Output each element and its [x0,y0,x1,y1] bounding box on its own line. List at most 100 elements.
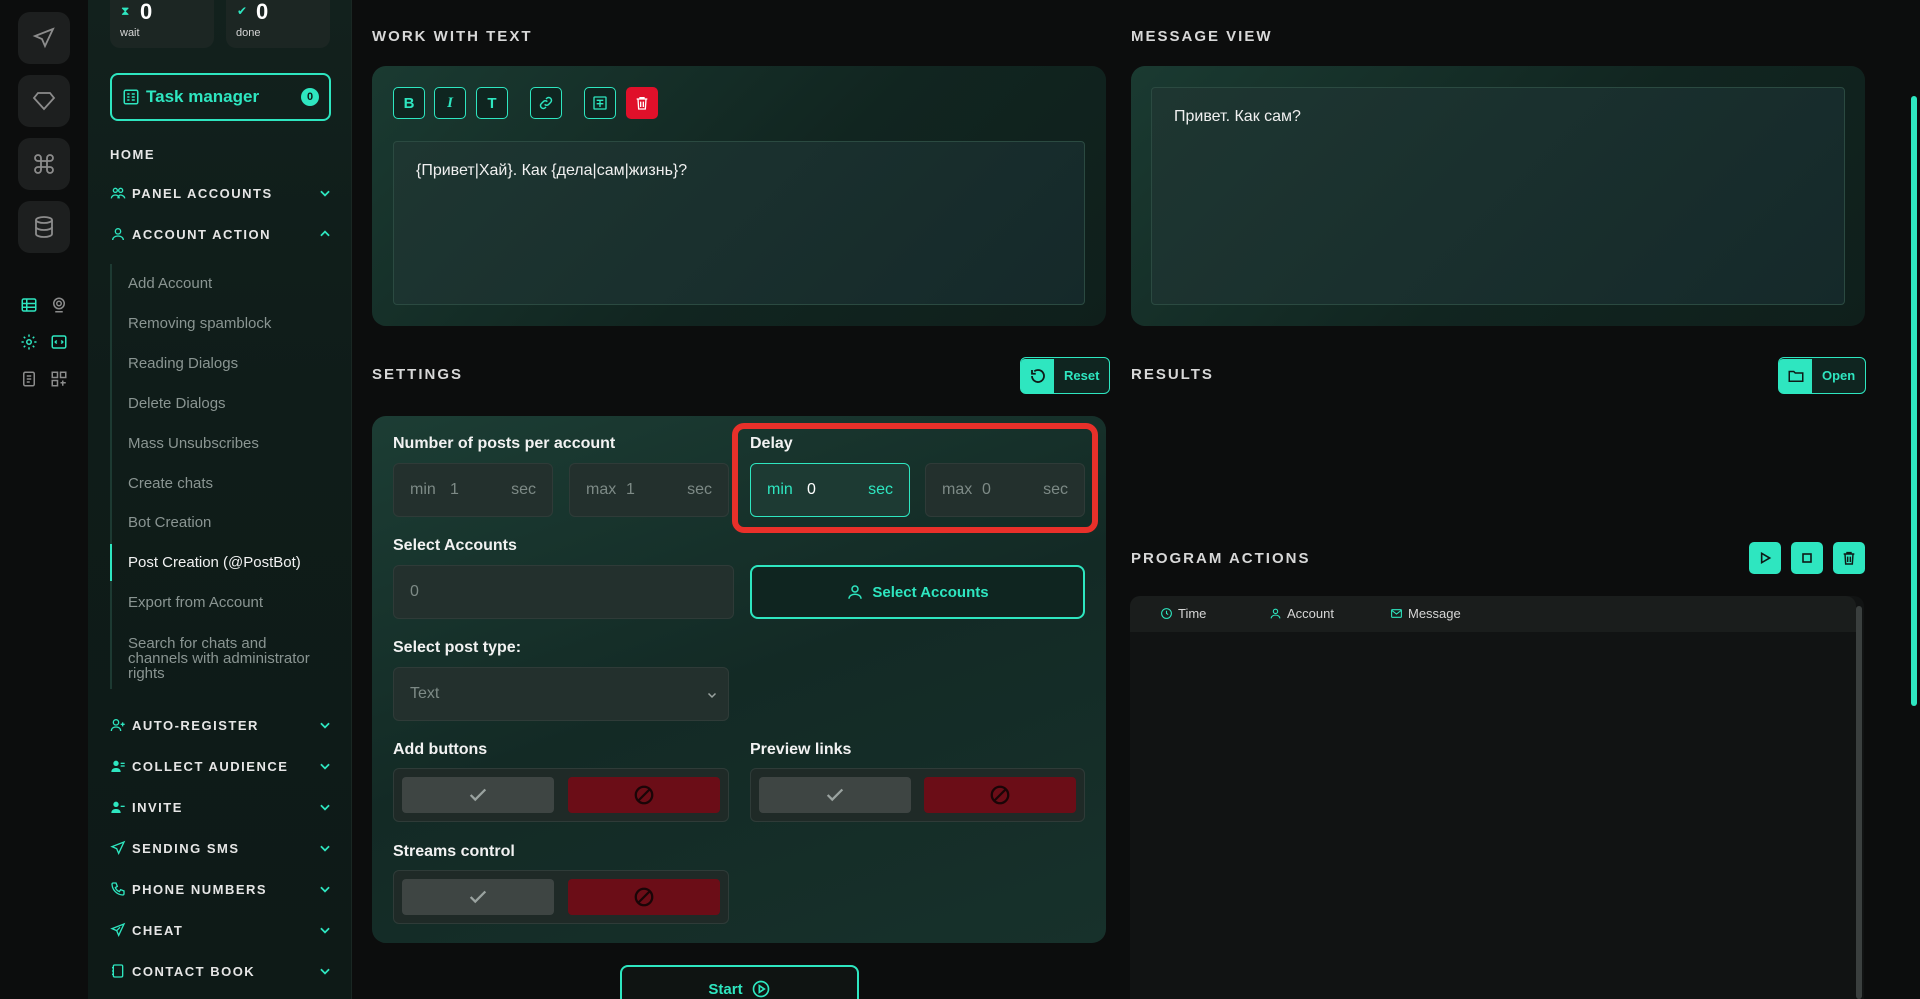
sub-item-create-chats[interactable]: Create chats [128,476,328,491]
sidebar: ⧗ 0 wait ✔ 0 done Task manager 0 HOME PA… [88,0,352,999]
nav-panel-accounts[interactable]: PANEL ACCOUNTS [110,183,332,203]
sub-item-delete-dialogs[interactable]: Delete Dialogs [128,396,328,411]
wait-count: 0 [140,0,153,24]
send-plus-icon [110,922,126,937]
database-icon[interactable] [18,201,70,253]
sub-item-removing-spamblock[interactable]: Removing spamblock [128,316,328,331]
clear-text-button[interactable] [626,87,658,119]
preview-links-disable[interactable] [924,777,1076,813]
delay-min-input[interactable]: min 0 sec [750,463,910,517]
column-label: Account [1287,606,1334,621]
webcam-icon[interactable] [48,294,70,316]
nav-collect-audience[interactable]: COLLECT AUDIENCE [110,756,332,776]
nav-phone-numbers[interactable]: PHONE NUMBERS [110,879,332,899]
grid-icon[interactable] [48,368,70,390]
stop-button[interactable] [1791,542,1823,574]
sub-item-add-account[interactable]: Add Account [128,276,328,291]
nav-cheat[interactable]: CHEAT [110,920,332,940]
clock-icon [1161,608,1172,619]
streams-control-disable[interactable] [568,879,720,915]
sub-item-search-chats-admin[interactable]: Search for chats and channels with admin… [128,636,328,681]
nav-label: ACCOUNT ACTION [132,226,271,242]
send-icon[interactable] [18,12,70,64]
link-button[interactable] [530,87,562,119]
diamond-icon[interactable] [18,75,70,127]
icon-rail [0,0,88,999]
message-view-title: MESSAGE VIEW [1131,28,1273,45]
nav-account-action[interactable]: ACCOUNT ACTION [110,224,332,244]
preview-links-enable[interactable] [759,777,911,813]
posts-per-account-label: Number of posts per account [393,435,616,452]
book-icon [112,964,124,978]
block-icon [634,785,654,805]
add-buttons-disable[interactable] [568,777,720,813]
bold-button[interactable]: B [393,87,425,119]
chevron-down-icon [707,692,717,699]
spoiler-button[interactable] [584,87,616,119]
selected-accounts-field[interactable]: 0 [393,565,734,619]
sub-item-export-from-account[interactable]: Export from Account [128,595,328,610]
input-value: 0 [982,481,991,498]
command-icon[interactable] [18,138,70,190]
post-type-select[interactable]: Text [393,667,729,721]
table-icon[interactable] [18,294,40,316]
wait-counter: ⧗ 0 wait [110,0,214,48]
sub-item-mass-unsubscribes[interactable]: Mass Unsubscribes [128,436,328,451]
input-prefix: min [767,481,793,498]
italic-button[interactable]: I [434,87,466,119]
nav-auto-register[interactable]: AUTO-REGISTER [110,715,332,735]
text-style-button[interactable]: T [476,87,508,119]
preview-links-label: Preview links [750,741,852,758]
clear-log-button[interactable] [1833,542,1865,574]
user-icon [848,585,863,599]
nav-sending-sms[interactable]: SENDING SMS [110,838,332,858]
select-value: Text [410,685,440,702]
preview-links-toggle [750,768,1085,822]
nav-invite[interactable]: INVITE [110,797,332,817]
task-manager-button[interactable]: Task manager 0 [110,73,331,121]
select-accounts-button[interactable]: Select Accounts [750,565,1085,619]
posts-max-input[interactable]: max 1 sec [569,463,729,517]
reset-button[interactable]: Reset [1020,357,1111,394]
open-results-button[interactable]: Open [1778,357,1867,394]
log-scrollbar[interactable] [1856,606,1862,999]
code-window-icon[interactable] [48,331,70,353]
add-buttons-enable[interactable] [402,777,554,813]
send-icon [110,840,126,855]
column-label: Message [1408,606,1461,621]
chevron-down-icon [320,763,330,770]
sub-item-post-creation[interactable]: Post Creation (@PostBot) [128,555,328,570]
nav-contact-book[interactable]: CONTACT BOOK [110,961,332,981]
column-time: Time [1160,606,1206,621]
message-template-input[interactable]: {Привет|Хай}. Как {дела|сам|жизнь}? [393,141,1085,305]
task-manager-label: Task manager [146,87,260,106]
input-unit: sec [868,481,893,498]
input-unit: sec [687,481,712,498]
done-label: done [236,27,261,39]
task-list-icon [123,89,139,105]
nav-label: PHONE NUMBERS [132,881,268,897]
check-icon [469,890,487,904]
results-title: RESULTS [1131,366,1214,383]
settings-title: SETTINGS [372,366,464,383]
input-unit: sec [1043,481,1068,498]
check-circle-icon: ✔ [237,4,248,18]
users-icon [110,187,126,199]
posts-min-input[interactable]: min 1 sec [393,463,553,517]
play-button[interactable] [1749,542,1781,574]
program-actions-title: PROGRAM ACTIONS [1131,550,1311,567]
chevron-down-icon [320,190,330,197]
streams-control-enable[interactable] [402,879,554,915]
start-button[interactable]: Start [620,965,859,999]
page-scrollbar[interactable] [1911,96,1917,706]
delay-max-input[interactable]: max 0 sec [925,463,1085,517]
streams-control-label: Streams control [393,843,515,860]
nav-home[interactable]: HOME [110,147,155,162]
chevron-down-icon [320,722,330,729]
document-icon[interactable] [18,368,40,390]
sub-item-reading-dialogs[interactable]: Reading Dialogs [128,356,328,371]
sub-item-bot-creation[interactable]: Bot Creation [128,515,328,530]
input-prefix: max [942,481,973,498]
input-unit: sec [511,481,536,498]
gear-icon[interactable] [18,331,40,353]
